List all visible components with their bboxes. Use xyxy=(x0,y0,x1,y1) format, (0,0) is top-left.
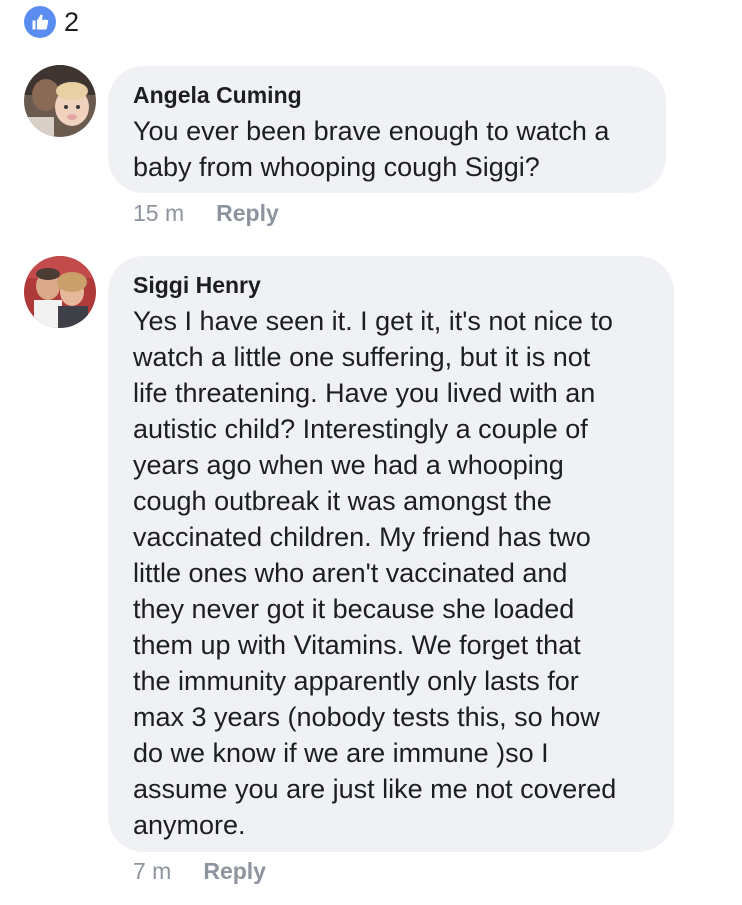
like-count: 2 xyxy=(64,6,80,37)
reply-button[interactable]: Reply xyxy=(216,200,279,227)
comment-author[interactable]: Siggi Henry xyxy=(133,270,650,300)
comment-timestamp[interactable]: 15 m xyxy=(133,200,184,227)
comment-text: You ever been brave enough to watch a ba… xyxy=(133,116,610,182)
comment-author[interactable]: Angela Cuming xyxy=(133,80,642,110)
reply-button[interactable]: Reply xyxy=(203,858,266,885)
comment-text: Yes I have seen it. I get it, it's not n… xyxy=(133,306,617,840)
comment-meta: 15 m Reply xyxy=(133,200,279,227)
comment-bubble: Angela Cuming You ever been brave enough… xyxy=(108,66,666,193)
comment-bubble: Siggi Henry Yes I have seen it. I get it… xyxy=(108,256,674,852)
comment-meta: 7 m Reply xyxy=(133,858,266,885)
thumbs-up-icon xyxy=(24,6,56,38)
comment-timestamp[interactable]: 7 m xyxy=(133,858,171,885)
avatar[interactable] xyxy=(24,65,96,137)
reaction-summary[interactable]: 2 xyxy=(24,6,79,38)
avatar[interactable] xyxy=(24,256,96,328)
